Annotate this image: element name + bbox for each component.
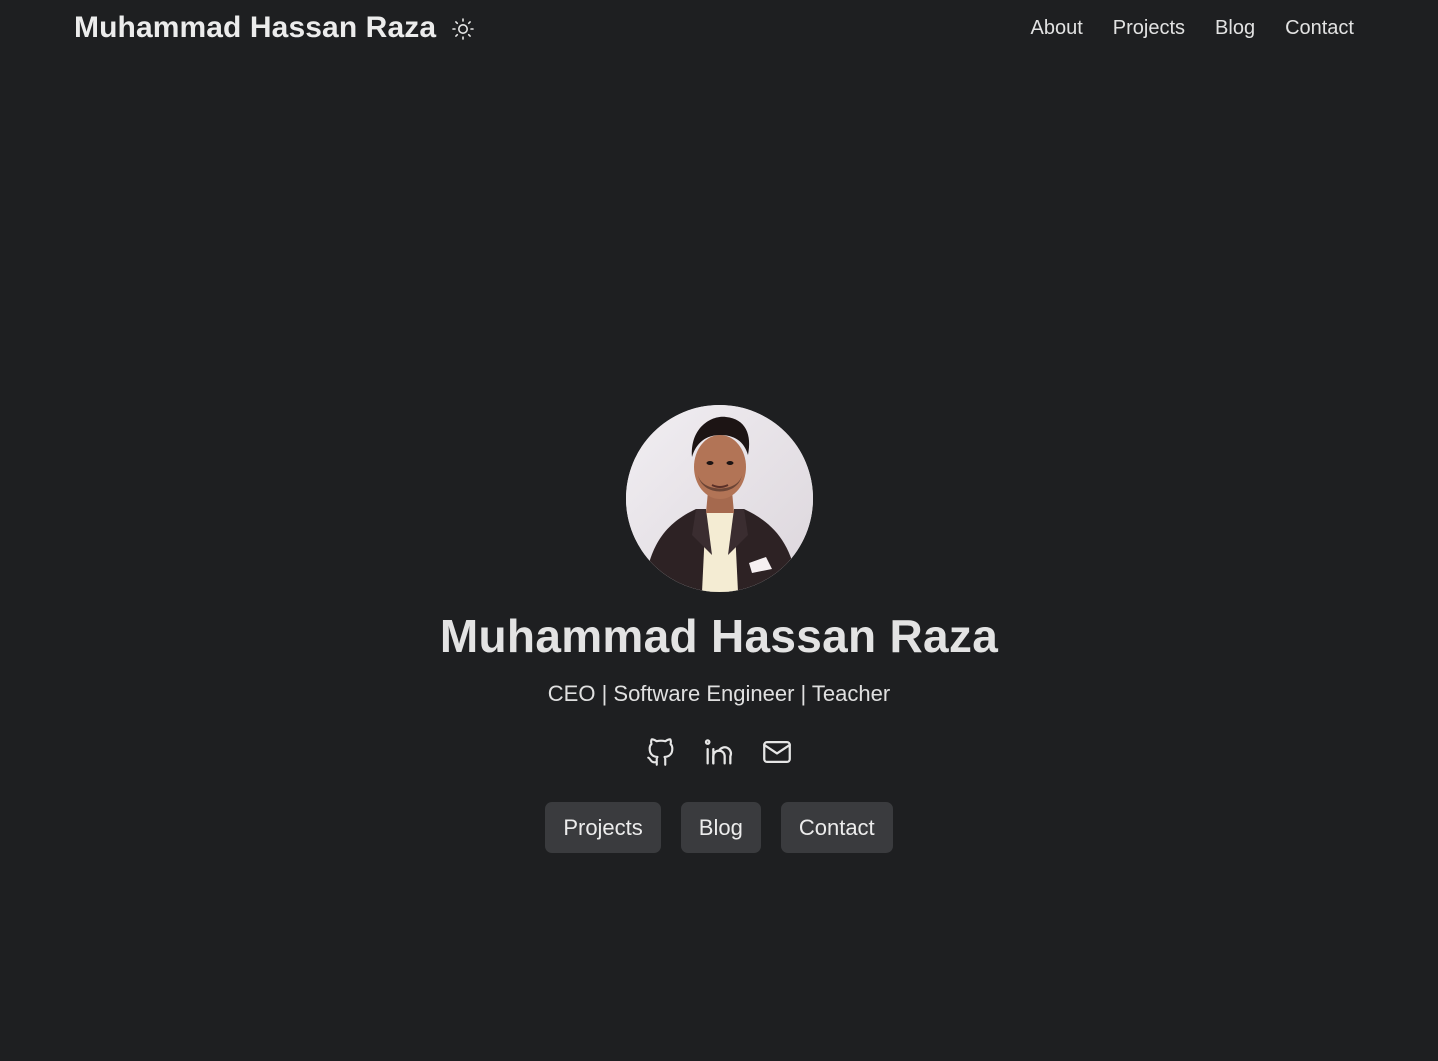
cta-buttons: Projects Blog Contact — [545, 802, 893, 853]
nav-link-blog[interactable]: Blog — [1215, 15, 1255, 41]
blog-button[interactable]: Blog — [680, 802, 761, 853]
hero-title: Muhammad Hassan Raza — [439, 610, 999, 662]
hero-section: Muhammad Hassan Raza CEO | Software Engi… — [0, 405, 1438, 853]
avatar — [625, 405, 813, 592]
projects-button[interactable]: Projects — [545, 802, 661, 853]
social-links — [643, 734, 795, 770]
main-nav: About Projects Blog Contact — [1031, 15, 1354, 41]
github-icon — [647, 738, 674, 766]
theme-toggle-button[interactable] — [450, 16, 476, 42]
linkedin-icon — [704, 739, 733, 765]
brand-name-link[interactable]: Muhammad Hassan Raza — [74, 10, 436, 46]
top-navbar: Muhammad Hassan Raza About Projects Blog… — [0, 0, 1438, 56]
mail-icon — [763, 740, 791, 764]
linkedin-link[interactable] — [701, 734, 737, 770]
sun-icon — [452, 18, 474, 40]
brand: Muhammad Hassan Raza — [74, 10, 476, 46]
nav-link-contact[interactable]: Contact — [1285, 15, 1354, 41]
nav-link-about[interactable]: About — [1031, 15, 1083, 41]
tagline: CEO | Software Engineer | Teacher — [547, 681, 891, 706]
contact-button[interactable]: Contact — [780, 802, 893, 853]
nav-link-projects[interactable]: Projects — [1113, 15, 1185, 41]
profile-photo — [625, 405, 813, 592]
email-link[interactable] — [759, 734, 795, 770]
github-link[interactable] — [643, 734, 679, 770]
